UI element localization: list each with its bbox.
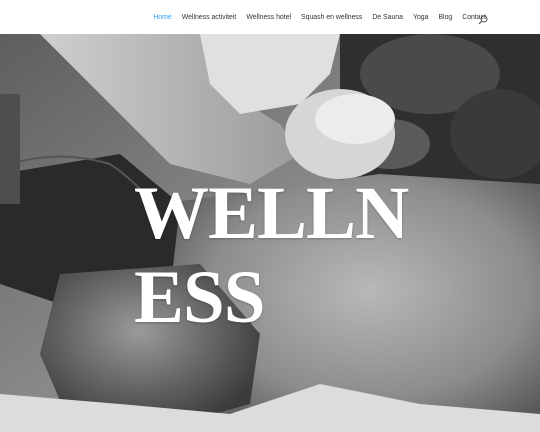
nav-item-yoga[interactable]: Yoga: [413, 14, 428, 21]
nav-item-blog[interactable]: Blog: [438, 14, 452, 21]
nav-item-home[interactable]: Home: [153, 14, 171, 21]
nav-item-squash-en-wellness[interactable]: Squash en wellness: [301, 14, 362, 21]
nav-item-wellness-activiteit[interactable]: Wellness activiteit: [182, 14, 237, 21]
search-icon[interactable]: [478, 12, 488, 25]
nav-item-wellness-hotel[interactable]: Wellness hotel: [246, 14, 291, 21]
nav-item-de-sauna[interactable]: De Sauna: [372, 14, 403, 21]
hero-title: WELLNESS: [134, 172, 409, 339]
site-header: Home Wellness activiteit Wellness hotel …: [0, 0, 540, 34]
main-nav: Home Wellness activiteit Wellness hotel …: [153, 0, 486, 34]
hero-section: WELLNESS: [0, 34, 540, 432]
